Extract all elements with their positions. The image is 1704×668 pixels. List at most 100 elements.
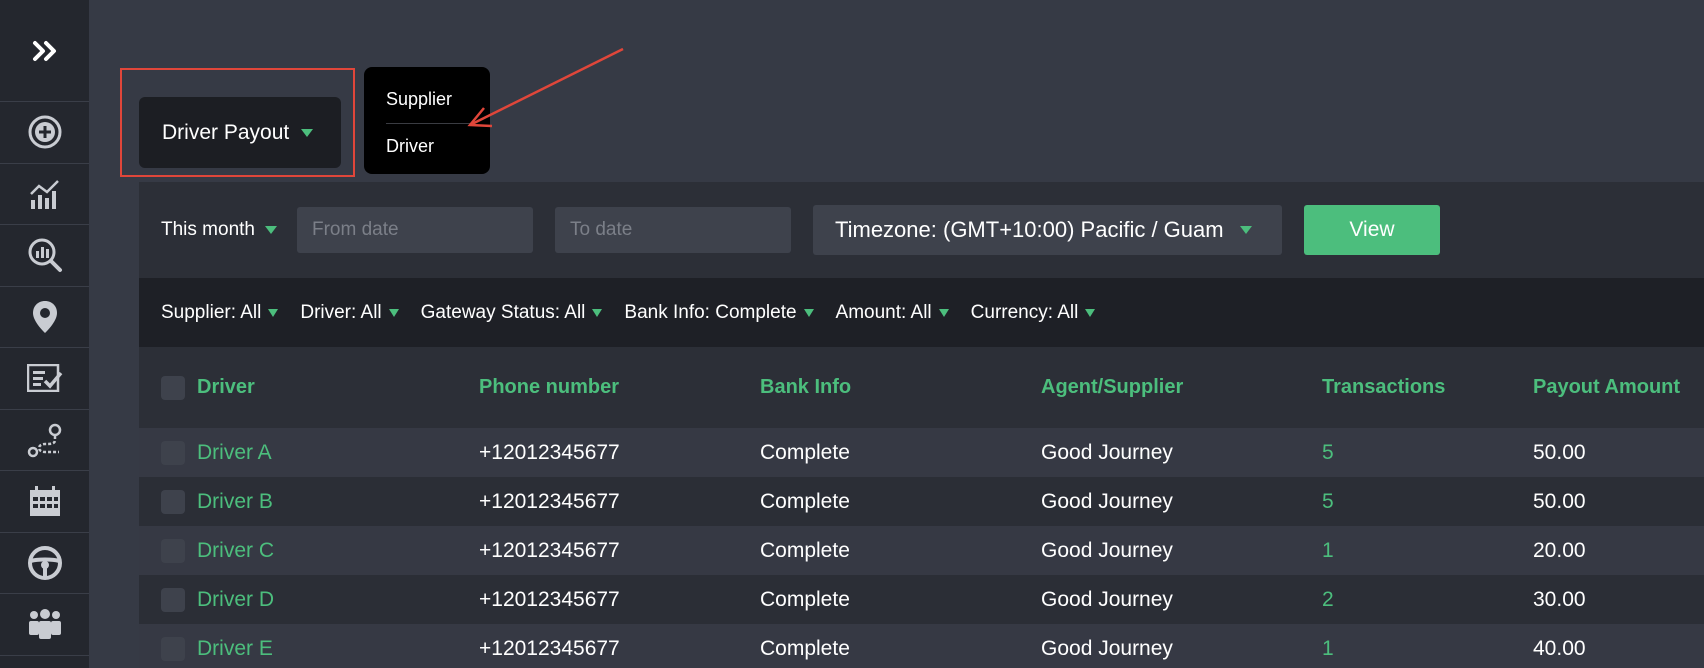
agent-cell: Good Journey (1041, 587, 1173, 611)
timezone-value: Timezone: (GMT+10:00) Pacific / Guam (834, 217, 1224, 242)
transactions-link[interactable]: 2 (1322, 588, 1334, 612)
steering-wheel-icon (27, 545, 62, 580)
chevron-down-icon (1085, 308, 1096, 317)
menu-option-supplier[interactable]: Supplier (386, 79, 468, 119)
to-date-input[interactable] (554, 207, 791, 253)
driver-name-link[interactable]: Driver C (197, 539, 274, 563)
sidebar-item-team[interactable] (0, 594, 89, 656)
sidebar-expand-button[interactable] (0, 0, 89, 102)
table-header: Driver Phone number Bank Info Agent/Supp… (139, 347, 1704, 428)
expand-icon (32, 40, 56, 61)
driver-filter[interactable]: Driver: All (300, 301, 399, 324)
agent-cell: Good Journey (1041, 489, 1173, 513)
row-checkbox[interactable] (161, 440, 185, 465)
sidebar-item-tasks[interactable] (0, 348, 89, 410)
sidebar-item-locations[interactable] (0, 287, 89, 348)
bank-info-filter-label: Bank Info: Complete (624, 301, 797, 323)
transactions-link[interactable]: 5 (1322, 441, 1334, 465)
payout-cell: 50.00 (1533, 440, 1586, 464)
sidebar-item-drivers[interactable] (0, 533, 89, 594)
agent-cell: Good Journey (1041, 440, 1173, 464)
row-checkbox[interactable] (161, 489, 185, 514)
annotation-arrow (467, 47, 624, 128)
phone-cell: +12012345677 (479, 538, 620, 562)
bank-info-cell: Complete (760, 636, 850, 660)
sidebar-item-calendar[interactable] (0, 471, 89, 533)
header-transactions[interactable]: Transactions (1322, 376, 1445, 399)
bank-info-cell: Complete (760, 538, 850, 562)
analytics-icon (29, 179, 59, 209)
add-circle-icon (28, 115, 61, 149)
supplier-filter[interactable]: Supplier: All (161, 302, 279, 324)
driver-name-link[interactable]: Driver D (197, 588, 274, 612)
payout-cell: 20.00 (1533, 538, 1586, 562)
date-filter-bar: This month Timezone: (GMT+10:00) Pacific… (139, 182, 1704, 278)
driver-name-link[interactable]: Driver E (197, 637, 273, 661)
checklist-icon (26, 364, 62, 393)
timezone-select[interactable]: Timezone: (GMT+10:00) Pacific / Guam (812, 205, 1282, 255)
report-type-select[interactable]: Driver Payout (139, 97, 341, 168)
amount-filter[interactable]: Amount: All (836, 302, 949, 324)
table-row: Driver B +12012345677 Complete Good Jour… (139, 477, 1704, 526)
chevron-down-icon (268, 308, 279, 317)
chevron-down-icon (301, 128, 314, 137)
phone-cell: +12012345677 (479, 489, 620, 513)
sidebar-item-routes[interactable] (0, 410, 89, 471)
header-phone[interactable]: Phone number (479, 376, 619, 399)
bank-info-cell: Complete (760, 440, 850, 464)
team-icon (28, 609, 61, 640)
calendar-icon (29, 486, 60, 517)
table-row: Driver C +12012345677 Complete Good Jour… (139, 526, 1704, 575)
payout-cell: 30.00 (1533, 587, 1586, 611)
agent-cell: Good Journey (1041, 636, 1173, 660)
amount-filter-label: Amount: All (835, 301, 932, 323)
table-row: Driver A +12012345677 Complete Good Jour… (139, 428, 1704, 477)
transactions-link[interactable]: 5 (1322, 490, 1334, 514)
sidebar-item-reports[interactable] (0, 225, 89, 287)
header-agent-supplier[interactable]: Agent/Supplier (1041, 376, 1183, 399)
table-row: Driver E +12012345677 Complete Good Jour… (139, 624, 1704, 668)
sidebar (0, 0, 89, 668)
location-pin-icon (32, 300, 57, 333)
driver-name-link[interactable]: Driver A (197, 441, 272, 465)
payout-table: Driver Phone number Bank Info Agent/Supp… (139, 347, 1704, 668)
menu-option-driver[interactable]: Driver (386, 126, 468, 166)
chevron-down-icon (388, 308, 399, 317)
transactions-link[interactable]: 1 (1322, 637, 1334, 661)
from-date-input[interactable] (296, 207, 533, 253)
header-driver[interactable]: Driver (197, 376, 255, 399)
table-row: Driver D +12012345677 Complete Good Jour… (139, 575, 1704, 624)
sidebar-item-analytics[interactable] (0, 164, 89, 225)
header-bank-info[interactable]: Bank Info (760, 376, 851, 399)
sidebar-item-add[interactable] (0, 102, 89, 164)
agent-cell: Good Journey (1041, 538, 1173, 562)
driver-filter-label: Driver: All (300, 301, 382, 323)
search-chart-icon (28, 238, 62, 273)
chevron-down-icon (1239, 226, 1252, 234)
header-payout-amount[interactable]: Payout Amount (1533, 376, 1680, 399)
period-select[interactable]: This month (161, 219, 277, 241)
bank-info-cell: Complete (760, 489, 850, 513)
quick-filter-bar: Supplier: All Driver: All Gateway Status… (139, 278, 1704, 347)
row-checkbox[interactable] (161, 587, 185, 612)
row-checkbox[interactable] (161, 636, 185, 661)
bank-info-filter[interactable]: Bank Info: Complete (624, 301, 814, 324)
currency-filter-label: Currency: All (970, 301, 1079, 323)
driver-name-link[interactable]: Driver B (197, 490, 273, 514)
view-button[interactable]: View (1303, 205, 1440, 255)
phone-cell: +12012345677 (479, 587, 620, 611)
row-checkbox[interactable] (161, 538, 185, 563)
chevron-down-icon (592, 308, 603, 317)
select-all-checkbox[interactable] (161, 375, 185, 400)
phone-cell: +12012345677 (479, 440, 620, 464)
chevron-down-icon (803, 308, 814, 317)
route-icon (27, 423, 61, 457)
currency-filter[interactable]: Currency: All (971, 302, 1096, 324)
period-value: This month (161, 219, 255, 240)
gateway-status-filter[interactable]: Gateway Status: All (421, 302, 603, 324)
transactions-link[interactable]: 1 (1322, 539, 1334, 563)
chevron-down-icon (938, 308, 949, 317)
payout-cell: 50.00 (1533, 489, 1586, 513)
gateway-status-filter-label: Gateway Status: All (420, 301, 586, 323)
payout-cell: 40.00 (1533, 636, 1586, 660)
